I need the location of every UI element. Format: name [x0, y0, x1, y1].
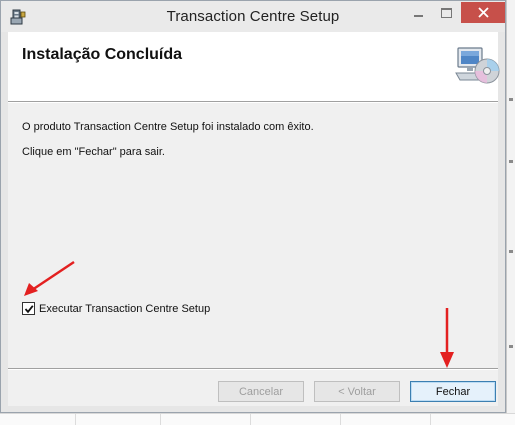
title-bar[interactable]: Transaction Centre Setup	[1, 1, 505, 32]
launch-checkbox-label[interactable]: Executar Transaction Centre Setup	[39, 303, 210, 315]
annotation-arrow-checkbox	[24, 260, 75, 296]
finish-close-button[interactable]: Fechar	[410, 381, 496, 402]
header-band: Instalação Concluída	[8, 32, 500, 101]
exit-instruction: Clique em "Fechar" para sair.	[22, 146, 165, 158]
launch-checkbox[interactable]	[22, 302, 35, 315]
footer-separator	[8, 368, 498, 370]
background-window-bottom	[0, 413, 515, 425]
maximize-button[interactable]	[433, 2, 460, 23]
back-button[interactable]: < Voltar	[314, 381, 400, 402]
success-message: O produto Transaction Centre Setup foi i…	[22, 121, 314, 133]
setup-dialog: Transaction Centre Setup Instalação Conc…	[0, 0, 506, 413]
maximize-icon	[441, 7, 452, 18]
launch-after-install-option[interactable]: Executar Transaction Centre Setup	[22, 302, 210, 315]
close-icon	[477, 7, 489, 18]
cancel-button[interactable]: Cancelar	[218, 381, 304, 402]
checkmark-icon	[24, 304, 34, 313]
computer-cd-setup-icon	[455, 47, 500, 84]
close-window-button[interactable]	[461, 2, 505, 23]
background-window-edge	[506, 0, 515, 424]
header-separator	[8, 101, 498, 103]
page-title: Instalação Concluída	[22, 46, 183, 63]
dialog-client-area: Instalação Concluída O produto Transacti…	[8, 32, 500, 406]
minimize-button[interactable]	[405, 2, 432, 23]
minimize-icon	[414, 14, 423, 17]
annotation-arrow-close-button	[440, 308, 454, 368]
